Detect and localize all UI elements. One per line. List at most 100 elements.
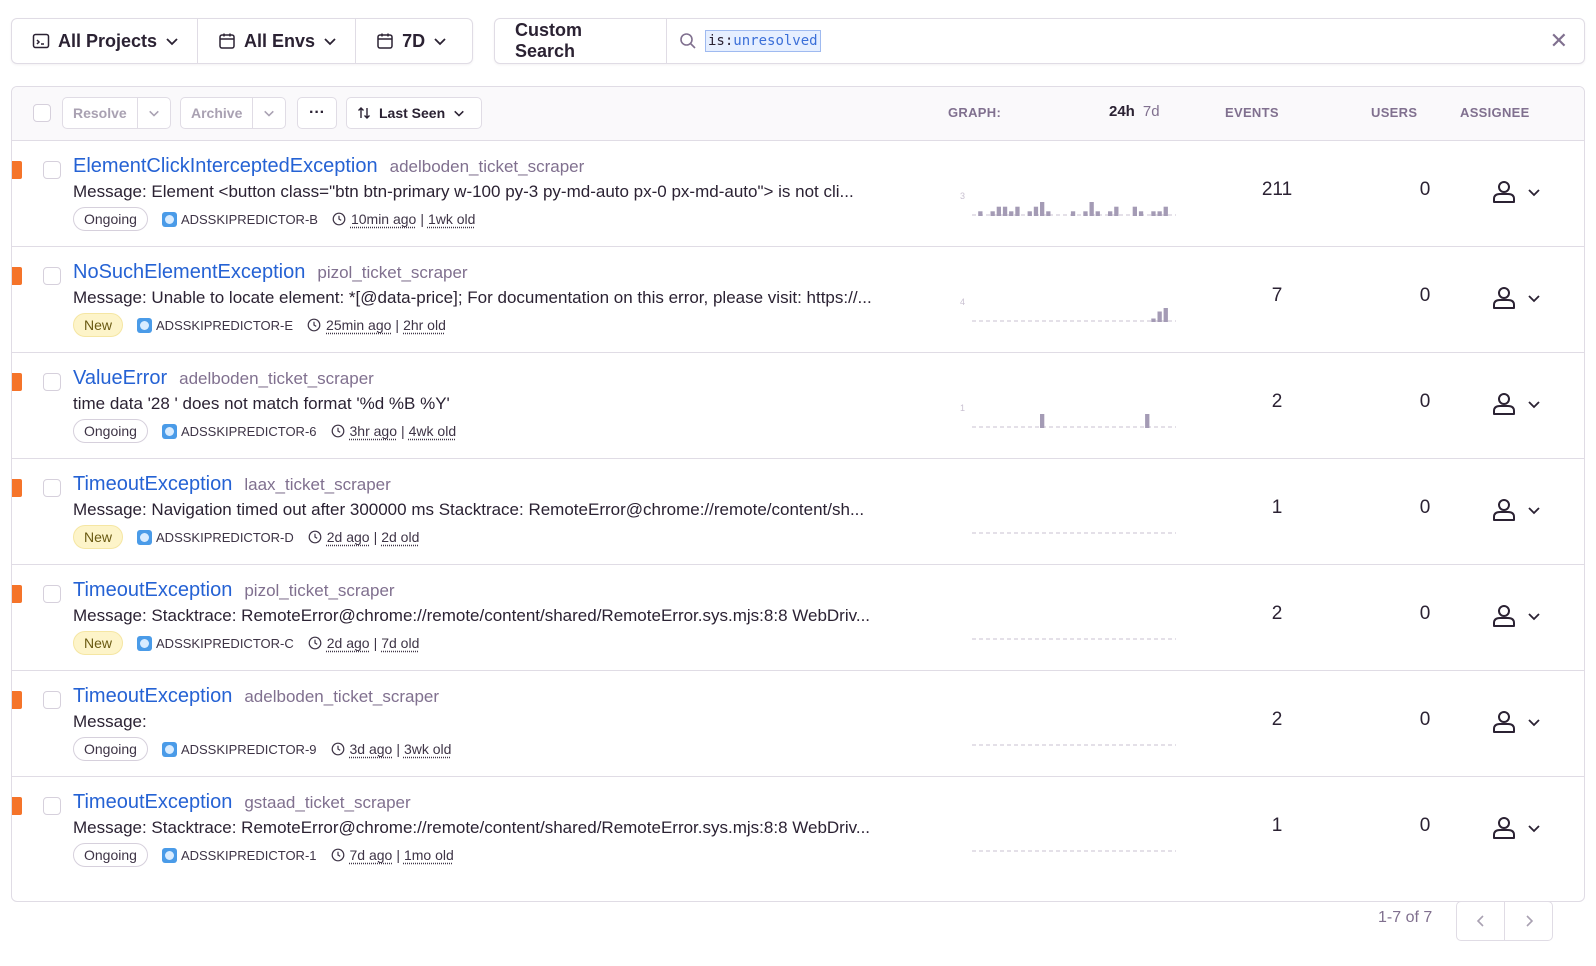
last-seen[interactable]: 25min ago <box>326 317 391 333</box>
environment-filter-label: All Envs <box>244 30 316 51</box>
search-input[interactable] <box>821 19 1550 63</box>
issue-row[interactable]: ElementClickInterceptedException adelbod… <box>12 141 1584 247</box>
issue-row[interactable]: TimeoutException adelboden_ticket_scrape… <box>12 671 1584 777</box>
short-id[interactable]: ADSSKIPREDICTOR-9 <box>161 741 317 757</box>
sparkline-bar <box>1095 211 1100 216</box>
sort-button[interactable]: Last Seen <box>346 97 482 129</box>
status-badge: New <box>73 313 124 337</box>
short-id-label: ADSSKIPREDICTOR-C <box>156 635 294 651</box>
user-count[interactable]: 0 <box>1382 815 1468 837</box>
issue-row[interactable]: TimeoutException pizol_ticket_scraper Me… <box>12 565 1584 671</box>
sparkline-chart <box>972 744 1176 746</box>
event-count[interactable]: 1 <box>1212 497 1342 519</box>
first-seen[interactable]: 7d old <box>381 635 419 651</box>
last-seen[interactable]: 10min ago <box>351 211 416 227</box>
last-seen[interactable]: 2d ago <box>327 635 370 651</box>
assignee-selector[interactable] <box>1491 709 1541 735</box>
assignee-selector[interactable] <box>1491 497 1541 523</box>
issue-title-link[interactable]: TimeoutException <box>73 791 232 814</box>
assignee-selector[interactable] <box>1491 179 1541 205</box>
period-7d[interactable]: 7d <box>1143 103 1160 120</box>
date-range-filter[interactable]: 7D <box>355 19 465 63</box>
select-all-checkbox[interactable] <box>33 104 51 122</box>
last-seen[interactable]: 3hr ago <box>350 423 397 439</box>
search-token-value: unresolved <box>733 33 818 49</box>
first-seen[interactable]: 2hr old <box>403 317 446 333</box>
times-separator: | <box>396 741 400 757</box>
next-page-button[interactable] <box>1504 902 1552 940</box>
user-count[interactable]: 0 <box>1382 391 1468 413</box>
pagination-caption: 1-7 of 7 <box>1378 909 1433 926</box>
short-id[interactable]: ADSSKIPREDICTOR-D <box>137 529 294 545</box>
first-seen[interactable]: 2d old <box>381 529 419 545</box>
issue-row[interactable]: TimeoutException gstaad_ticket_scraper M… <box>12 777 1584 883</box>
issue-title-link[interactable]: TimeoutException <box>73 579 232 602</box>
archive-dropdown-button[interactable] <box>252 98 285 128</box>
page-filter-bar: All Projects All Envs 7D <box>11 18 473 64</box>
sparkline-bar <box>1046 211 1051 216</box>
short-id[interactable]: ADSSKIPREDICTOR-B <box>161 211 318 227</box>
user-count[interactable]: 0 <box>1382 603 1468 625</box>
archive-button[interactable]: Archive <box>181 98 252 128</box>
issue-message: Message: Unable to locate element: *[@da… <box>73 288 872 307</box>
first-seen[interactable]: 4wk old <box>409 423 456 439</box>
assignee-selector[interactable] <box>1491 815 1541 841</box>
assignee-selector[interactable] <box>1491 603 1541 629</box>
environment-filter[interactable]: All Envs <box>197 19 355 63</box>
last-seen[interactable]: 7d ago <box>350 847 393 863</box>
first-seen[interactable]: 1wk old <box>428 211 475 227</box>
issue-times: 2d ago | 2d old <box>308 529 419 545</box>
resolve-button[interactable]: Resolve <box>63 98 137 128</box>
search-query-token[interactable]: is:unresolved <box>705 30 821 52</box>
chevron-down-icon <box>1528 507 1540 515</box>
more-actions-button[interactable]: ··· <box>297 97 337 129</box>
short-id[interactable]: ADSSKIPREDICTOR-C <box>137 635 294 651</box>
issue-row[interactable]: ValueError adelboden_ticket_scraper time… <box>12 353 1584 459</box>
issue-title-link[interactable]: TimeoutException <box>73 685 232 708</box>
issue-row[interactable]: NoSuchElementException pizol_ticket_scra… <box>12 247 1584 353</box>
issue-checkbox[interactable] <box>43 797 61 815</box>
issue-title-link[interactable]: TimeoutException <box>73 473 232 496</box>
assignee-selector[interactable] <box>1491 285 1541 311</box>
last-seen[interactable]: 3d ago <box>350 741 393 757</box>
first-seen[interactable]: 1mo old <box>404 847 454 863</box>
short-id[interactable]: ADSSKIPREDICTOR-E <box>137 317 293 333</box>
project-filter[interactable]: All Projects <box>12 19 197 63</box>
user-count[interactable]: 0 <box>1382 179 1468 201</box>
user-count[interactable]: 0 <box>1382 285 1468 307</box>
saved-search-button[interactable]: Custom Search <box>495 19 667 63</box>
clock-icon <box>331 848 344 862</box>
issue-title-link[interactable]: ElementClickInterceptedException <box>73 155 378 178</box>
issue-checkbox[interactable] <box>43 373 61 391</box>
close-icon[interactable]: ✕ <box>1550 30 1568 52</box>
event-count[interactable]: 2 <box>1212 391 1342 413</box>
issue-checkbox[interactable] <box>43 691 61 709</box>
issue-checkbox[interactable] <box>43 161 61 179</box>
short-id[interactable]: ADSSKIPREDICTOR-6 <box>161 423 317 439</box>
last-seen[interactable]: 2d ago <box>327 529 370 545</box>
issue-row[interactable]: TimeoutException laax_ticket_scraper Mes… <box>12 459 1584 565</box>
issue-culprit: laax_ticket_scraper <box>244 475 391 494</box>
period-24h[interactable]: 24h <box>1109 103 1135 120</box>
issue-title-link[interactable]: ValueError <box>73 367 167 390</box>
event-count[interactable]: 211 <box>1212 179 1342 201</box>
user-count[interactable]: 0 <box>1382 497 1468 519</box>
event-count[interactable]: 2 <box>1212 603 1342 625</box>
issue-title-link[interactable]: NoSuchElementException <box>73 261 305 284</box>
issue-checkbox[interactable] <box>43 267 61 285</box>
project-avatar-icon <box>161 741 177 757</box>
assignee-selector[interactable] <box>1491 391 1541 417</box>
resolve-dropdown-button[interactable] <box>136 98 170 128</box>
issue-checkbox[interactable] <box>43 479 61 497</box>
issue-checkbox[interactable] <box>43 585 61 603</box>
event-count[interactable]: 7 <box>1212 285 1342 307</box>
user-count[interactable]: 0 <box>1382 709 1468 731</box>
first-seen[interactable]: 3wk old <box>404 741 451 757</box>
short-id[interactable]: ADSSKIPREDICTOR-1 <box>161 847 317 863</box>
event-count[interactable]: 1 <box>1212 815 1342 837</box>
short-id-label: ADSSKIPREDICTOR-D <box>156 529 294 545</box>
event-count[interactable]: 2 <box>1212 709 1342 731</box>
level-indicator <box>12 267 22 285</box>
sparkline-max-label: 4 <box>960 297 965 307</box>
previous-page-button[interactable] <box>1457 902 1504 940</box>
